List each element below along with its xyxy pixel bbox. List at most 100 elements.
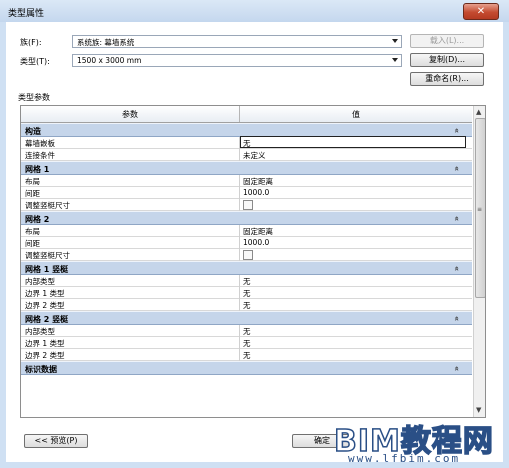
- group-header[interactable]: 标识数据 »: [21, 361, 472, 375]
- property-value[interactable]: 1000.0: [243, 188, 269, 197]
- property-checkbox[interactable]: [243, 200, 253, 210]
- property-row[interactable]: 间距 1000.0: [21, 237, 472, 249]
- close-button[interactable]: ✕: [463, 3, 499, 20]
- collapse-icon[interactable]: »: [452, 266, 461, 271]
- param-column-header[interactable]: 参数: [21, 109, 239, 120]
- chevron-down-icon: [392, 58, 398, 62]
- property-name: 间距: [25, 239, 40, 248]
- collapse-icon[interactable]: »: [452, 366, 461, 371]
- column-divider: [239, 149, 240, 161]
- property-name: 布局: [25, 227, 40, 236]
- property-row[interactable]: 间距 1000.0: [21, 187, 472, 199]
- property-value[interactable]: 无: [243, 276, 251, 287]
- scroll-down-icon[interactable]: ▼: [476, 406, 481, 414]
- group-header[interactable]: 网格 2 竖梃 »: [21, 311, 472, 325]
- property-row[interactable]: 幕墙嵌板 无: [21, 136, 472, 149]
- property-name: 边界 2 类型: [25, 351, 65, 360]
- column-divider: [239, 349, 240, 361]
- group-header[interactable]: 构造 »: [21, 123, 472, 137]
- property-name: 边界 1 类型: [25, 339, 65, 348]
- family-label: 族(F):: [20, 38, 42, 47]
- column-divider: [239, 237, 240, 249]
- property-row[interactable]: 边界 2 类型 无: [21, 349, 472, 361]
- load-button[interactable]: 载入(L)...: [410, 34, 484, 48]
- collapse-icon[interactable]: »: [452, 166, 461, 171]
- property-row[interactable]: 边界 2 类型 无: [21, 299, 472, 311]
- property-name: 边界 1 类型: [25, 289, 65, 298]
- group-name: 网格 1 竖梃: [25, 265, 69, 274]
- property-name: 调整竖梃尺寸: [25, 251, 70, 260]
- property-row[interactable]: 内部类型 无: [21, 325, 472, 337]
- property-value[interactable]: 1000.0: [243, 238, 269, 247]
- vertical-scrollbar[interactable]: ▲ ≡ ▼: [473, 106, 485, 417]
- property-row[interactable]: 调整竖梃尺寸: [21, 249, 472, 261]
- property-row[interactable]: 连接条件 未定义: [21, 149, 472, 161]
- column-divider: [239, 199, 240, 211]
- group-name: 网格 2: [25, 215, 50, 224]
- property-checkbox[interactable]: [243, 250, 253, 260]
- property-value[interactable]: 未定义: [243, 150, 266, 161]
- property-value[interactable]: 无: [243, 300, 251, 311]
- grip-icon: ≡: [477, 206, 483, 213]
- scroll-up-icon[interactable]: ▲: [476, 108, 481, 116]
- group-header[interactable]: 网格 1 竖梃 »: [21, 261, 472, 275]
- chevron-down-icon: [392, 39, 398, 43]
- column-divider: [239, 287, 240, 299]
- type-value: 1500 x 3000 mm: [77, 56, 142, 65]
- dialog-body: 族(F): 系统族: 幕墙系统 载入(L)... 类型(T): 1500 x 3…: [6, 22, 503, 462]
- properties-grid: 参数 值 构造» 幕墙嵌板无连接条件 未定义 网格 1» 布局 固定距离 间距 1000.0 调…: [20, 105, 486, 418]
- property-row[interactable]: 布局 固定距离: [21, 225, 472, 237]
- property-value[interactable]: 无: [243, 350, 251, 361]
- grid-body: 构造» 幕墙嵌板无连接条件 未定义 网格 1» 布局 固定距离 间距 1000.0 调整竖梃尺寸…: [21, 123, 472, 375]
- property-name: 间距: [25, 189, 40, 198]
- column-divider: [239, 225, 240, 237]
- collapse-icon[interactable]: »: [452, 128, 461, 133]
- group-name: 网格 2 竖梃: [25, 315, 69, 324]
- property-name: 连接条件: [25, 151, 55, 160]
- property-row[interactable]: 内部类型 无: [21, 275, 472, 287]
- property-value[interactable]: 无: [243, 326, 251, 337]
- column-divider: [239, 175, 240, 187]
- family-value: 系统族: 幕墙系统: [77, 38, 135, 47]
- property-name: 内部类型: [25, 327, 55, 336]
- property-value[interactable]: 无: [243, 138, 251, 149]
- window-title: 类型属性: [8, 9, 45, 19]
- group-name: 网格 1: [25, 165, 50, 174]
- group-header[interactable]: 网格 1 »: [21, 161, 472, 175]
- column-divider: [239, 325, 240, 337]
- property-name: 布局: [25, 177, 40, 186]
- property-row[interactable]: 布局 固定距离: [21, 175, 472, 187]
- type-label: 类型(T):: [20, 57, 50, 66]
- section-title: 类型参数: [18, 93, 50, 102]
- property-value[interactable]: 固定距离: [243, 176, 273, 187]
- rename-button[interactable]: 重命名(R)...: [410, 72, 484, 86]
- property-name: 内部类型: [25, 277, 55, 286]
- column-divider: [239, 299, 240, 311]
- property-name: 调整竖梃尺寸: [25, 201, 70, 210]
- value-editor[interactable]: [240, 136, 466, 148]
- collapse-icon[interactable]: »: [452, 316, 461, 321]
- type-select[interactable]: 1500 x 3000 mm: [72, 54, 402, 67]
- value-column-header[interactable]: 值: [240, 109, 472, 120]
- property-name: 边界 2 类型: [25, 301, 65, 310]
- family-select[interactable]: 系统族: 幕墙系统: [72, 35, 402, 48]
- column-divider: [239, 337, 240, 349]
- duplicate-button[interactable]: 复制(D)...: [410, 53, 484, 67]
- column-divider: [239, 249, 240, 261]
- property-row[interactable]: 边界 1 类型 无: [21, 287, 472, 299]
- property-value[interactable]: 无: [243, 338, 251, 349]
- group-header[interactable]: 网格 2 »: [21, 211, 472, 225]
- preview-button[interactable]: << 预览(P): [24, 434, 88, 448]
- watermark-url: www.lfbim.com: [348, 452, 461, 465]
- property-value[interactable]: 固定距离: [243, 226, 273, 237]
- property-row[interactable]: 边界 1 类型 无: [21, 337, 472, 349]
- collapse-icon[interactable]: »: [452, 216, 461, 221]
- column-divider: [239, 275, 240, 287]
- property-value[interactable]: 无: [243, 288, 251, 299]
- property-row[interactable]: 调整竖梃尺寸: [21, 199, 472, 211]
- grid-header: 参数 值: [21, 106, 472, 123]
- title-bar: 类型属性 ✕: [0, 0, 509, 22]
- group-name: 标识数据: [25, 365, 57, 374]
- property-name: 幕墙嵌板: [25, 139, 55, 148]
- column-divider: [239, 187, 240, 199]
